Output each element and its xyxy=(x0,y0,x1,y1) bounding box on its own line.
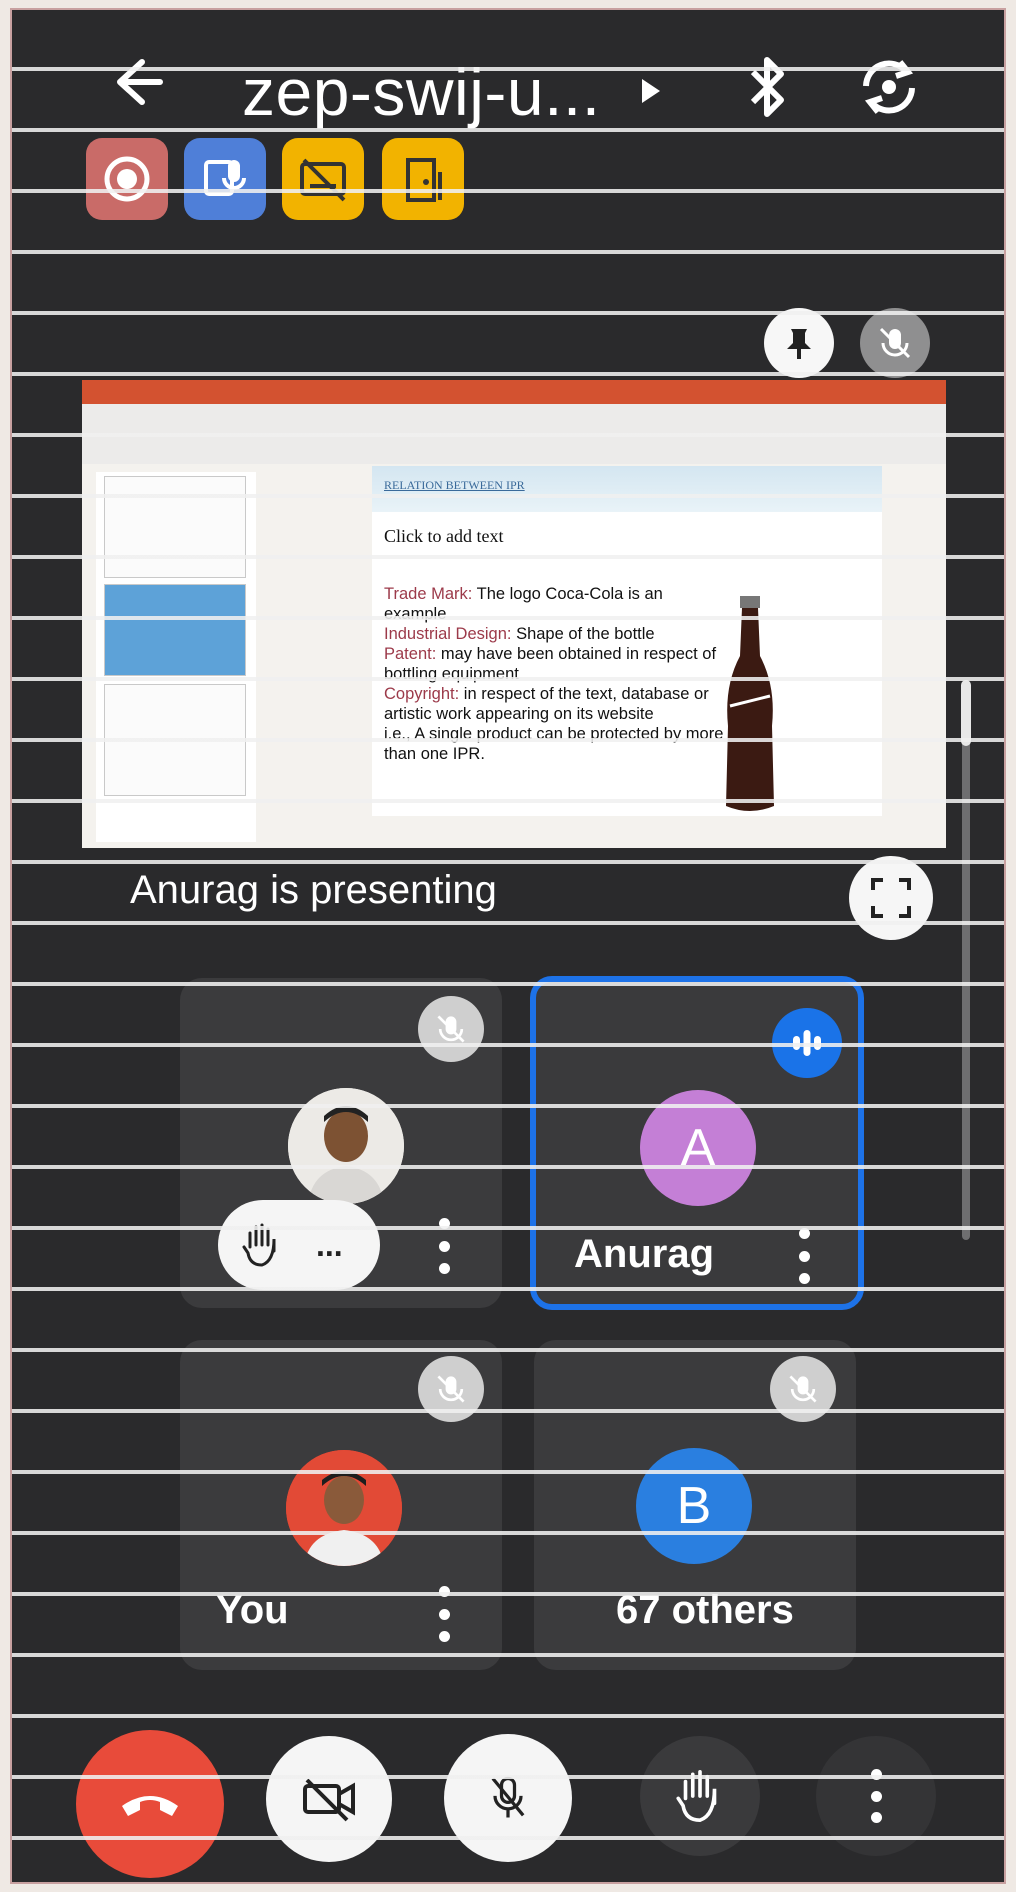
mic-off-icon xyxy=(418,1356,484,1422)
presenting-label: Anurag is presenting xyxy=(130,868,497,912)
mic-off-icon xyxy=(491,1776,525,1818)
bluetooth-icon[interactable] xyxy=(737,52,797,122)
end-call-button[interactable] xyxy=(76,1730,224,1878)
hang-up-icon xyxy=(122,1796,178,1816)
scroll-thumb[interactable] xyxy=(961,680,971,746)
pin-button[interactable] xyxy=(764,308,834,378)
fullscreen-button[interactable] xyxy=(849,856,933,940)
slide-line: Copyright: in respect of the text, datab… xyxy=(384,685,709,723)
top-bar: zep-swij-u... xyxy=(12,34,1004,134)
slide-thumbnails xyxy=(96,472,256,842)
participant-avatar-photo xyxy=(286,1450,402,1566)
hand-raised-indicator[interactable]: ... xyxy=(218,1200,380,1290)
recording-icon[interactable] xyxy=(86,138,168,220)
participant-avatar-photo xyxy=(288,1088,404,1204)
shared-screen[interactable]: RELATION BETWEEN IPR Click to add text T… xyxy=(82,380,946,848)
raised-hand-icon xyxy=(676,1770,717,1822)
participant-name: You xyxy=(216,1588,289,1632)
back-arrow-icon[interactable] xyxy=(104,52,164,112)
slide-placeholder: Click to add text xyxy=(384,526,504,546)
slide-thumbnail xyxy=(104,476,246,578)
others-count-label[interactable]: 67 others xyxy=(616,1588,794,1633)
participant-avatar: B xyxy=(636,1448,752,1564)
companion-mode-icon[interactable] xyxy=(382,138,464,220)
slide-body: Trade Mark: The logo Coca-Cola is an exa… xyxy=(384,584,724,764)
participant-tile-you[interactable]: You xyxy=(180,1340,502,1670)
slide-band-title: RELATION BETWEEN IPR xyxy=(384,478,525,492)
participant-avatar: A xyxy=(640,1090,756,1206)
pin-icon xyxy=(787,329,811,359)
powerpoint-ribbon xyxy=(82,404,946,464)
switch-camera-icon[interactable] xyxy=(854,52,924,122)
transcript-icon[interactable] xyxy=(184,138,266,220)
coca-cola-bottle-image xyxy=(726,596,774,811)
microphone-toggle-button[interactable] xyxy=(444,1734,572,1862)
participant-name: ... xyxy=(316,1226,343,1263)
mic-off-icon xyxy=(418,996,484,1062)
call-controls xyxy=(12,1730,1004,1882)
slide-line: Industrial Design: Shape of the bottle xyxy=(384,625,655,643)
slide-line: Patent: may have been obtained in respec… xyxy=(384,645,717,683)
more-options-button[interactable] xyxy=(816,1736,936,1856)
speaking-indicator-icon xyxy=(772,1008,842,1078)
participant-tile-others[interactable]: B 67 others xyxy=(534,1340,856,1670)
slide-thumbnail xyxy=(104,584,246,676)
slide-line: Trade Mark: The logo Coca-Cola is an exa… xyxy=(384,585,663,623)
more-options-button[interactable] xyxy=(434,1218,454,1274)
participant-tile-hand-raised[interactable]: ... xyxy=(180,978,502,1308)
more-vert-icon xyxy=(869,1769,883,1823)
slide-line: i.e., A single product can be protected … xyxy=(384,725,724,763)
slide-canvas: RELATION BETWEEN IPR Click to add text T… xyxy=(372,466,882,816)
meeting-screen: zep-swij-u... RELATION BETWEEN IPR Click… xyxy=(10,8,1006,1884)
participant-tile-anurag[interactable]: A Anurag xyxy=(530,976,864,1310)
raised-hand-icon xyxy=(242,1223,276,1267)
title-expand-icon[interactable] xyxy=(642,79,660,103)
captions-off-icon[interactable] xyxy=(282,138,364,220)
slide-thumbnail xyxy=(104,684,246,796)
camera-off-icon xyxy=(303,1778,355,1822)
powerpoint-title-bar xyxy=(82,380,946,404)
fullscreen-icon xyxy=(871,878,911,918)
more-options-button[interactable] xyxy=(434,1586,454,1642)
mic-off-icon xyxy=(879,327,911,359)
raise-hand-button[interactable] xyxy=(640,1736,760,1856)
tile-scrollbar[interactable] xyxy=(961,680,971,1240)
meeting-title[interactable]: zep-swij-u... xyxy=(242,54,601,130)
presenter-muted-indicator xyxy=(860,308,930,378)
camera-toggle-button[interactable] xyxy=(266,1736,392,1862)
participant-name: Anurag xyxy=(574,1232,714,1276)
more-options-button[interactable] xyxy=(794,1228,814,1284)
mic-off-icon xyxy=(770,1356,836,1422)
